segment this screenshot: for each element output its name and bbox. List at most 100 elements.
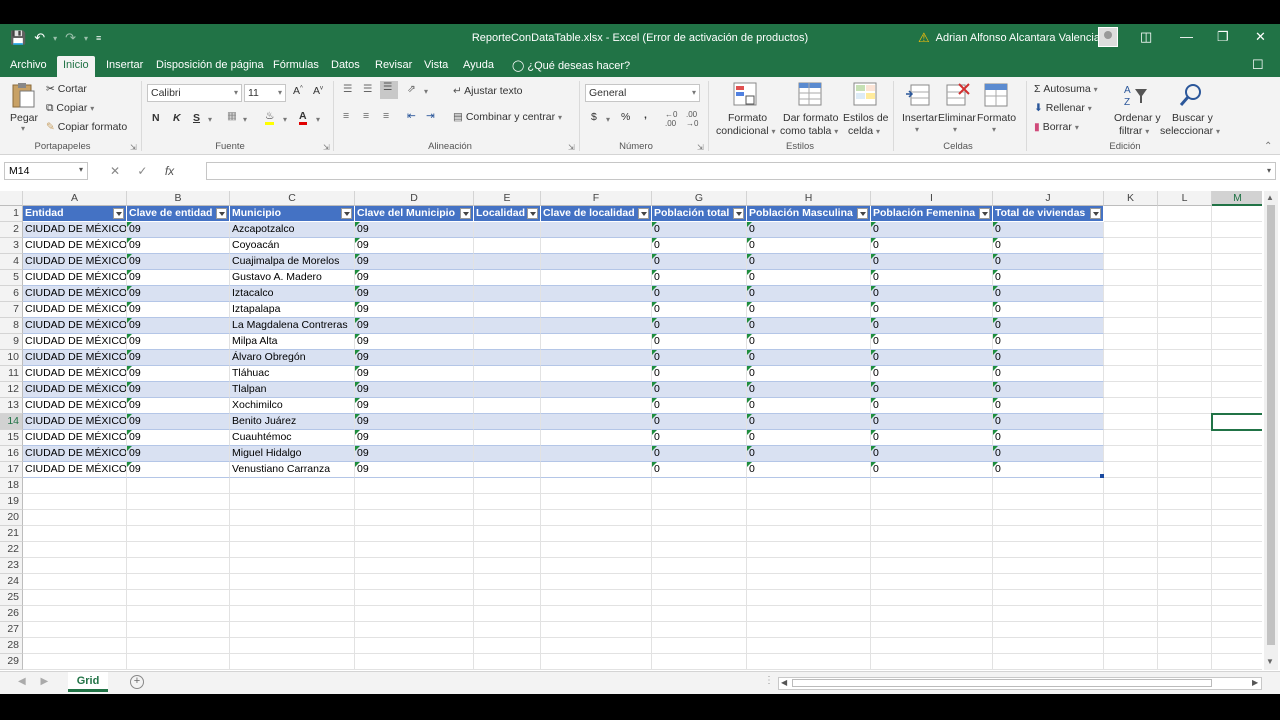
empty-cell[interactable] bbox=[1212, 430, 1262, 446]
empty-cell[interactable] bbox=[230, 542, 355, 558]
empty-cell[interactable] bbox=[127, 638, 230, 654]
row-header[interactable]: 26 bbox=[0, 606, 23, 622]
table-cell[interactable]: CIUDAD DE MÉXICO bbox=[23, 238, 127, 254]
row-header[interactable]: 1 bbox=[0, 206, 23, 222]
table-cell[interactable]: 0 bbox=[871, 350, 993, 366]
table-cell[interactable]: 09 bbox=[127, 286, 230, 302]
table-cell[interactable]: 09 bbox=[127, 350, 230, 366]
increase-decimal-icon[interactable]: ←0.00 bbox=[665, 110, 677, 128]
expand-formula-icon[interactable]: ▾ bbox=[1267, 166, 1271, 175]
align-middle-icon[interactable]: ☰ bbox=[363, 83, 372, 95]
empty-cell[interactable] bbox=[1212, 446, 1262, 462]
table-cell[interactable]: 0 bbox=[993, 414, 1104, 430]
align-top-icon[interactable]: ☰ bbox=[343, 83, 352, 95]
empty-cell[interactable] bbox=[474, 526, 541, 542]
empty-cell[interactable] bbox=[652, 494, 747, 510]
find-select-label-1[interactable]: Buscar y bbox=[1172, 112, 1213, 124]
table-cell[interactable]: 09 bbox=[127, 238, 230, 254]
empty-cell[interactable] bbox=[871, 606, 993, 622]
table-cell[interactable]: 0 bbox=[747, 334, 871, 350]
table-cell[interactable]: 09 bbox=[355, 254, 474, 270]
table-cell[interactable]: 0 bbox=[747, 462, 871, 478]
table-header-cell[interactable]: Población total bbox=[652, 206, 747, 222]
table-cell[interactable] bbox=[474, 446, 541, 462]
empty-cell[interactable] bbox=[1104, 334, 1158, 350]
empty-cell[interactable] bbox=[747, 590, 871, 606]
filter-dropdown-icon[interactable] bbox=[527, 208, 538, 219]
empty-cell[interactable] bbox=[652, 590, 747, 606]
row-header[interactable]: 9 bbox=[0, 334, 23, 350]
empty-cell[interactable] bbox=[474, 542, 541, 558]
table-cell[interactable]: 0 bbox=[747, 350, 871, 366]
currency-dropdown-icon[interactable]: ▾ bbox=[606, 115, 610, 124]
table-cell[interactable] bbox=[474, 318, 541, 334]
table-cell[interactable]: 0 bbox=[871, 462, 993, 478]
empty-cell[interactable] bbox=[1104, 446, 1158, 462]
empty-cell[interactable] bbox=[747, 494, 871, 510]
empty-cell[interactable] bbox=[127, 478, 230, 494]
table-cell[interactable]: 0 bbox=[652, 254, 747, 270]
table-cell[interactable] bbox=[541, 398, 652, 414]
empty-cell[interactable] bbox=[747, 478, 871, 494]
row-header[interactable]: 11 bbox=[0, 366, 23, 382]
align-right-icon[interactable]: ≡ bbox=[383, 110, 389, 122]
empty-cell[interactable] bbox=[871, 574, 993, 590]
empty-cell[interactable] bbox=[652, 654, 747, 670]
empty-cell[interactable] bbox=[541, 638, 652, 654]
table-cell[interactable]: CIUDAD DE MÉXICO bbox=[23, 462, 127, 478]
empty-cell[interactable] bbox=[1212, 398, 1262, 414]
empty-cell[interactable] bbox=[871, 590, 993, 606]
row-header[interactable]: 25 bbox=[0, 590, 23, 606]
table-cell[interactable]: 0 bbox=[652, 430, 747, 446]
empty-cell[interactable] bbox=[1104, 238, 1158, 254]
scroll-down-icon[interactable]: ▼ bbox=[1266, 657, 1274, 666]
table-cell[interactable] bbox=[474, 382, 541, 398]
empty-cell[interactable] bbox=[355, 494, 474, 510]
font-color-dropdown-icon[interactable]: ▾ bbox=[316, 115, 320, 124]
empty-cell[interactable] bbox=[1158, 318, 1212, 334]
table-cell[interactable]: 0 bbox=[871, 270, 993, 286]
empty-cell[interactable] bbox=[1212, 510, 1262, 526]
empty-cell[interactable] bbox=[23, 542, 127, 558]
empty-cell[interactable] bbox=[23, 574, 127, 590]
conditional-format-label-2[interactable]: condicional ▾ bbox=[716, 125, 775, 137]
table-cell[interactable]: CIUDAD DE MÉXICO bbox=[23, 222, 127, 238]
row-header[interactable]: 29 bbox=[0, 654, 23, 670]
table-cell[interactable]: 0 bbox=[652, 318, 747, 334]
table-header-cell[interactable]: Clave del Municipio bbox=[355, 206, 474, 222]
table-cell[interactable] bbox=[541, 254, 652, 270]
align-center-icon[interactable]: ≡ bbox=[363, 110, 369, 122]
row-header[interactable]: 24 bbox=[0, 574, 23, 590]
table-cell[interactable] bbox=[474, 302, 541, 318]
paste-dropdown-icon[interactable]: ▾ bbox=[21, 124, 25, 133]
conditional-format-icon[interactable] bbox=[732, 81, 760, 109]
empty-cell[interactable] bbox=[1104, 622, 1158, 638]
empty-cell[interactable] bbox=[1104, 398, 1158, 414]
empty-cell[interactable] bbox=[541, 478, 652, 494]
empty-cell[interactable] bbox=[1158, 606, 1212, 622]
table-cell[interactable]: 0 bbox=[747, 430, 871, 446]
table-cell[interactable] bbox=[474, 286, 541, 302]
empty-cell[interactable] bbox=[355, 654, 474, 670]
empty-cell[interactable] bbox=[652, 638, 747, 654]
empty-cell[interactable] bbox=[1158, 542, 1212, 558]
table-cell[interactable]: La Magdalena Contreras bbox=[230, 318, 355, 334]
table-cell[interactable]: 09 bbox=[355, 366, 474, 382]
empty-cell[interactable] bbox=[871, 654, 993, 670]
tab-split-handle[interactable]: ⋮ bbox=[764, 675, 774, 686]
tab-insertar[interactable]: Insertar bbox=[100, 56, 149, 77]
empty-cell[interactable] bbox=[1212, 206, 1262, 222]
row-header[interactable]: 5 bbox=[0, 270, 23, 286]
empty-cell[interactable] bbox=[1158, 382, 1212, 398]
table-resize-handle[interactable] bbox=[1100, 474, 1104, 478]
empty-cell[interactable] bbox=[1212, 494, 1262, 510]
empty-cell[interactable] bbox=[747, 638, 871, 654]
format-painter-button[interactable]: ✎ Copiar formato bbox=[46, 121, 127, 133]
empty-cell[interactable] bbox=[1104, 286, 1158, 302]
empty-cell[interactable] bbox=[355, 542, 474, 558]
merge-center-button[interactable]: ▤ Combinar y centrar ▾ bbox=[453, 111, 562, 123]
table-header-cell[interactable]: Total de viviendas bbox=[993, 206, 1104, 222]
empty-cell[interactable] bbox=[230, 606, 355, 622]
empty-cell[interactable] bbox=[1158, 462, 1212, 478]
scroll-up-icon[interactable]: ▲ bbox=[1266, 193, 1274, 202]
